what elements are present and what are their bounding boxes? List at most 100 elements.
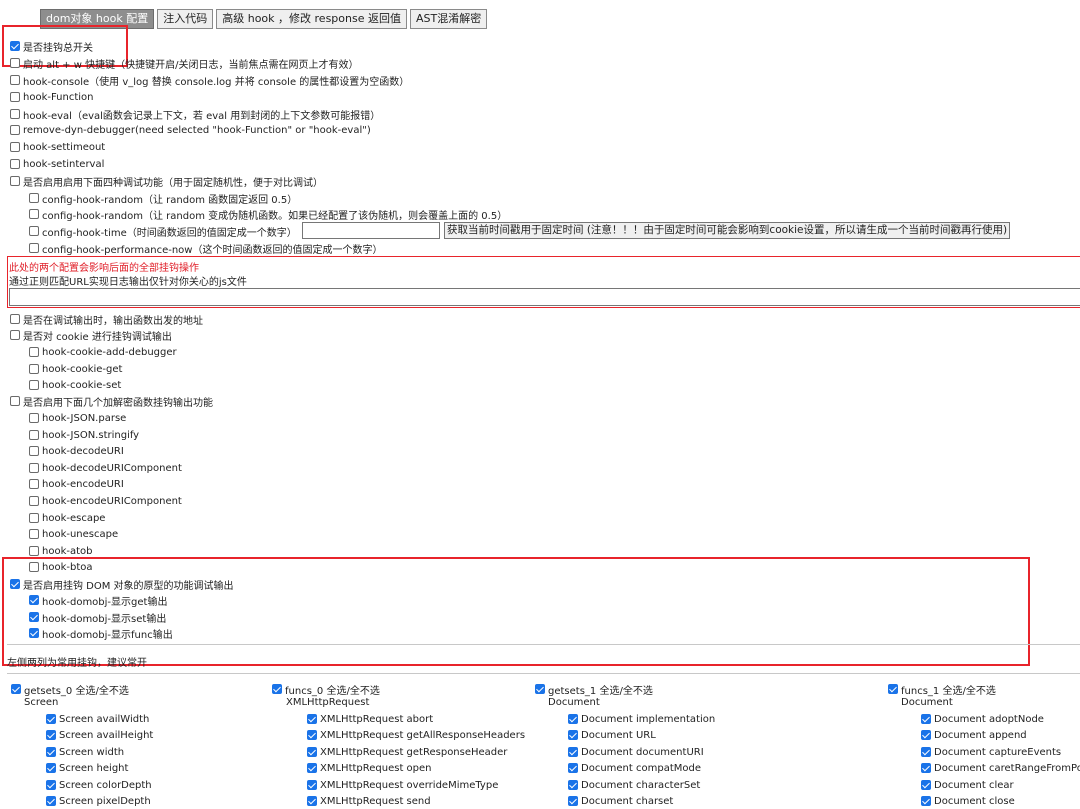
item-checkbox[interactable] [568, 796, 578, 806]
item-checkbox[interactable] [921, 780, 931, 790]
domobj-get-checkbox[interactable] [29, 595, 39, 605]
domobj-func-checkbox[interactable] [29, 628, 39, 638]
item-checkbox[interactable] [921, 730, 931, 740]
option-domobj-get[interactable]: hook-domobj-显示get输出 [29, 592, 167, 608]
getsets-1-checkbox[interactable] [535, 684, 545, 694]
option-hook-settimeout[interactable]: hook-settimeout [10, 139, 105, 155]
item-checkbox[interactable] [307, 747, 317, 757]
screen-item[interactable]: Screen height [46, 760, 128, 776]
option-remove-debugger[interactable]: remove-dyn-debugger(need selected "hook-… [10, 122, 371, 138]
item-checkbox[interactable] [921, 763, 931, 773]
encodeuricomponent-checkbox[interactable] [29, 496, 39, 506]
option-unescape[interactable]: hook-unescape [29, 526, 118, 542]
json-stringify-checkbox[interactable] [29, 430, 39, 440]
toggle-funcs-1[interactable]: funcs_1 全选/全不选 [888, 681, 996, 697]
item-checkbox[interactable] [46, 763, 56, 773]
random1-checkbox[interactable] [29, 193, 39, 203]
option-escape[interactable]: hook-escape [29, 510, 105, 526]
decodeuricomponent-checkbox[interactable] [29, 463, 39, 473]
document-getset-item[interactable]: Document compatMode [568, 760, 701, 776]
btoa-checkbox[interactable] [29, 562, 39, 572]
funcs-0-checkbox[interactable] [272, 684, 282, 694]
item-checkbox[interactable] [46, 714, 56, 724]
hook-console-checkbox[interactable] [10, 75, 20, 85]
xhr-item[interactable]: XMLHttpRequest abort [307, 711, 433, 727]
item-checkbox[interactable] [921, 747, 931, 757]
hook-setinterval-checkbox[interactable] [10, 159, 20, 169]
getsets-0-checkbox[interactable] [11, 684, 21, 694]
cookie-set-checkbox[interactable] [29, 380, 39, 390]
document-getset-item[interactable]: Document URL [568, 727, 656, 743]
document-func-item[interactable]: Document captureEvents [921, 744, 1061, 760]
document-func-item[interactable]: Document clear [921, 777, 1014, 793]
document-func-item[interactable]: Document adoptNode [921, 711, 1044, 727]
toggle-getsets-0[interactable]: getsets_0 全选/全不选 [11, 681, 129, 697]
tab-advanced-hook[interactable]: 高级 hook ，修改 response 返回值 [216, 9, 407, 29]
screen-item[interactable]: Screen colorDepth [46, 777, 152, 793]
screen-item[interactable]: Screen pixelDepth [46, 793, 151, 809]
option-master-switch[interactable]: 是否挂钩总开关 [10, 38, 93, 54]
document-func-item[interactable]: Document close [921, 793, 1015, 809]
item-checkbox[interactable] [921, 796, 931, 806]
item-checkbox[interactable] [568, 714, 578, 724]
escape-checkbox[interactable] [29, 513, 39, 523]
funcs-1-checkbox[interactable] [888, 684, 898, 694]
alt-w-checkbox[interactable] [10, 58, 20, 68]
option-encodeuricomponent[interactable]: hook-encodeURIComponent [29, 493, 182, 509]
option-decodeuri[interactable]: hook-decodeURI [29, 443, 124, 459]
xhr-item[interactable]: XMLHttpRequest overrideMimeType [307, 777, 498, 793]
tab-inject-code[interactable]: 注入代码 [157, 9, 214, 29]
item-checkbox[interactable] [568, 780, 578, 790]
item-checkbox[interactable] [307, 780, 317, 790]
debug-group-checkbox[interactable] [10, 176, 20, 186]
random2-checkbox[interactable] [29, 209, 39, 219]
option-hook-eval[interactable]: hook-eval（eval函数会记录上下文，若 eval 用到封闭的上下文参数… [10, 106, 380, 122]
item-checkbox[interactable] [921, 714, 931, 724]
remove-debugger-checkbox[interactable] [10, 125, 20, 135]
item-checkbox[interactable] [568, 730, 578, 740]
option-random2[interactable]: config-hook-random（让 random 变成伪随机函数。如果已经… [29, 206, 507, 222]
option-crypto-group[interactable]: 是否启用下面几个加解密函数挂钩输出功能 [10, 393, 213, 409]
document-getset-item[interactable]: Document characterSet [568, 777, 700, 793]
hook-time-checkbox[interactable] [29, 226, 39, 236]
xhr-item[interactable]: XMLHttpRequest getAllResponseHeaders [307, 727, 525, 743]
url-filter-input[interactable] [9, 288, 1080, 306]
crypto-group-checkbox[interactable] [10, 396, 20, 406]
master-checkbox[interactable] [10, 41, 20, 51]
unescape-checkbox[interactable] [29, 529, 39, 539]
option-hook-setinterval[interactable]: hook-setinterval [10, 156, 104, 172]
option-json-parse[interactable]: hook-JSON.parse [29, 410, 126, 426]
item-checkbox[interactable] [307, 763, 317, 773]
option-alt-w[interactable]: 启动 alt + w 快捷键（快捷键开启/关闭日志，当前焦点需在网页上才有效） [10, 55, 358, 71]
option-atob[interactable]: hook-atob [29, 543, 93, 559]
cookie-group-checkbox[interactable] [10, 330, 20, 340]
option-decodeuricomponent[interactable]: hook-decodeURIComponent [29, 460, 182, 476]
atob-checkbox[interactable] [29, 546, 39, 556]
performance-now-checkbox[interactable] [29, 243, 39, 253]
screen-item[interactable]: Screen availHeight [46, 727, 153, 743]
option-debug-group[interactable]: 是否启用启用下面四种调试功能（用于固定随机性，便于对比调试） [10, 173, 323, 189]
option-domobj-set[interactable]: hook-domobj-显示set输出 [29, 609, 166, 625]
encodeuri-checkbox[interactable] [29, 479, 39, 489]
hook-function-checkbox[interactable] [10, 92, 20, 102]
option-cookie-group[interactable]: 是否对 cookie 进行挂钩调试输出 [10, 327, 172, 343]
dom-group-checkbox[interactable] [10, 579, 20, 589]
tab-ast-deobfuscate[interactable]: AST混淆解密 [409, 9, 488, 29]
option-hook-console[interactable]: hook-console（使用 v_log 替换 console.log 并将 … [10, 72, 409, 88]
option-cookie-set[interactable]: hook-cookie-set [29, 377, 121, 393]
item-checkbox[interactable] [568, 747, 578, 757]
document-getset-item[interactable]: Document charset [568, 793, 673, 809]
decodeuri-checkbox[interactable] [29, 446, 39, 456]
option-cookie-add-debugger[interactable]: hook-cookie-add-debugger [29, 344, 177, 360]
domobj-set-checkbox[interactable] [29, 612, 39, 622]
option-performance-now[interactable]: config-hook-performance-now（这个时间函数返回的值固定… [29, 240, 382, 256]
item-checkbox[interactable] [307, 714, 317, 724]
option-btoa[interactable]: hook-btoa [29, 559, 93, 575]
toggle-funcs-0[interactable]: funcs_0 全选/全不选 [272, 681, 380, 697]
document-getset-item[interactable]: Document documentURI [568, 744, 704, 760]
option-dom-group[interactable]: 是否启用挂钩 DOM 对象的原型的功能调试输出 [10, 576, 234, 592]
option-print-stack[interactable]: 是否在调试输出时，输出函数出发的地址 [10, 311, 203, 327]
hook-eval-checkbox[interactable] [10, 109, 20, 119]
document-func-item[interactable]: Document append [921, 727, 1027, 743]
item-checkbox[interactable] [46, 780, 56, 790]
